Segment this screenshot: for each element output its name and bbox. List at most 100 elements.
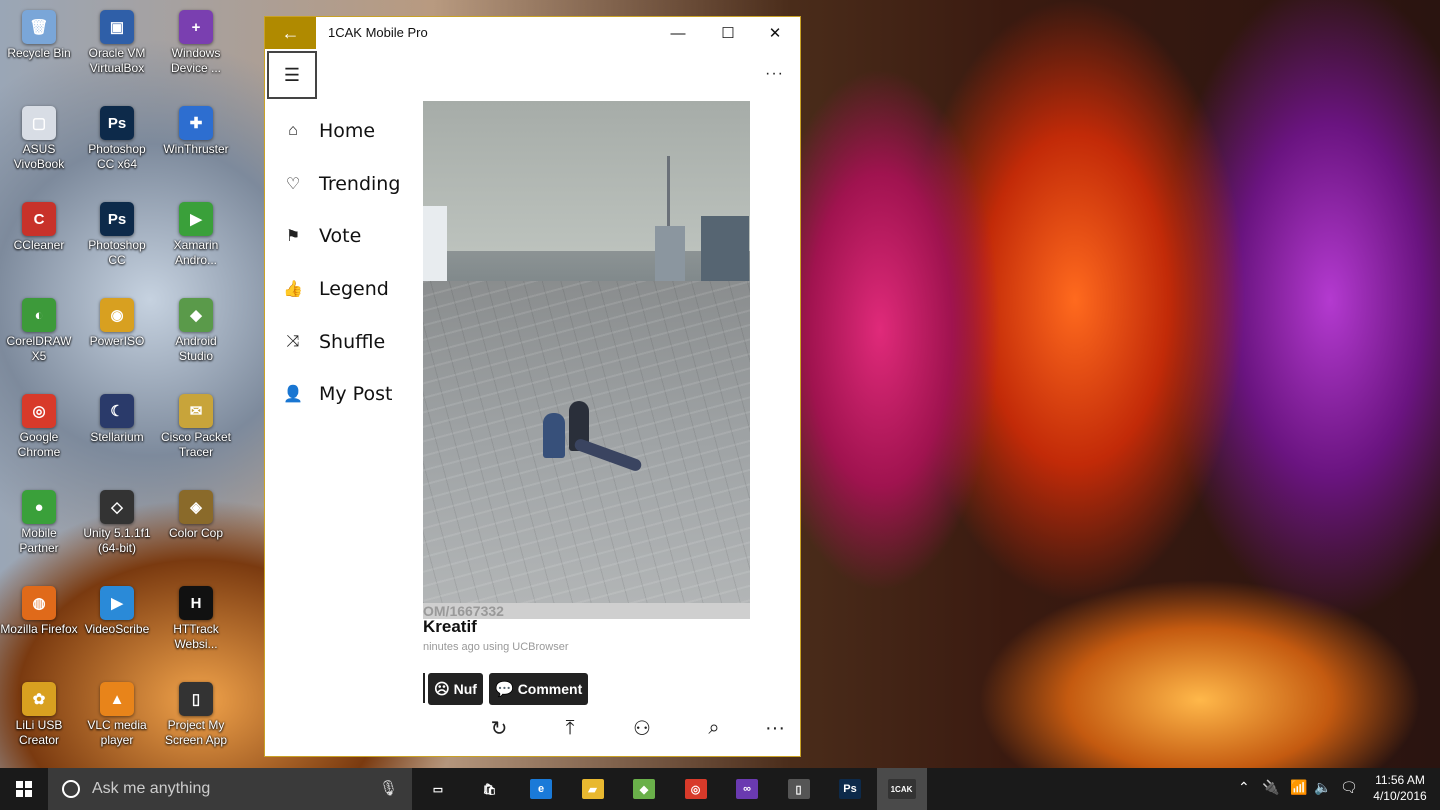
power-icon[interactable]: 🔌 bbox=[1262, 779, 1279, 796]
desktop-icon-label: VideoScribe bbox=[84, 622, 150, 636]
app-icon: H bbox=[179, 586, 213, 620]
desktop-icon[interactable]: ✉ Cisco Packet Tracer bbox=[157, 390, 235, 480]
app-icon: C bbox=[22, 202, 56, 236]
desktop-icon[interactable]: ◎ Google Chrome bbox=[0, 390, 78, 480]
start-button[interactable] bbox=[0, 768, 48, 810]
refresh-button[interactable]: ↻ bbox=[481, 710, 517, 746]
close-button[interactable]: ✕ bbox=[752, 17, 798, 49]
task-view-icon: ▭ bbox=[432, 783, 444, 796]
cortana-icon bbox=[62, 780, 80, 798]
desktop-icon-label: PowerISO bbox=[89, 334, 145, 348]
desktop-icon[interactable]: ☾ Stellarium bbox=[78, 390, 156, 480]
desktop-icon[interactable]: Ps Photoshop CC x64 bbox=[78, 102, 156, 192]
taskbar-app-1cak[interactable]: 1CAK bbox=[876, 768, 927, 810]
maximize-icon: ☐ bbox=[721, 25, 735, 42]
desktop-icon[interactable]: ▶ VideoScribe bbox=[78, 582, 156, 672]
nav-item-trending[interactable]: ♡ Trending bbox=[265, 158, 415, 211]
desktop-icon-label: Mobile Partner bbox=[19, 526, 59, 555]
nav-label: Trending bbox=[319, 172, 401, 195]
desktop-icon[interactable]: ◇ Unity 5.1.1f1 (64-bit) bbox=[78, 486, 156, 576]
microphone-icon[interactable]: 🎙 bbox=[379, 779, 398, 797]
maximize-button[interactable]: ☐ bbox=[705, 17, 751, 49]
thumbs-up-icon: 👍 bbox=[283, 281, 303, 299]
wifi-icon[interactable]: 📶 bbox=[1290, 779, 1307, 796]
search-placeholder: Ask me anything bbox=[92, 780, 211, 797]
chrome-icon: ◎ bbox=[684, 779, 707, 799]
maps-icon: ◆ bbox=[633, 779, 655, 799]
taskbar-app-maps[interactable]: ◆ bbox=[619, 768, 669, 810]
post-image[interactable] bbox=[423, 101, 750, 603]
desktop-icon[interactable]: ◍ Mozilla Firefox bbox=[0, 582, 78, 672]
desktop-icon-label: Recycle Bin bbox=[7, 46, 71, 60]
app-icon: ▣ bbox=[100, 10, 134, 44]
desktop-icon[interactable]: ◐ CorelDRAW X5 bbox=[0, 294, 78, 384]
desktop-icon[interactable]: ▣ Oracle VM VirtualBox bbox=[78, 6, 156, 96]
desktop-icon[interactable]: H HTTrack Websi... bbox=[157, 582, 235, 672]
volume-icon[interactable]: 🔈 bbox=[1314, 779, 1331, 796]
cortana-search-box[interactable]: Ask me anything 🎙 bbox=[48, 768, 412, 810]
notifications-icon[interactable]: 🗨 bbox=[1340, 779, 1358, 796]
nav-label: Shuffle bbox=[319, 330, 386, 353]
action-divider bbox=[423, 673, 425, 703]
bottom-more-button[interactable]: ··· bbox=[757, 710, 793, 746]
app-icon: ▶ bbox=[100, 586, 134, 620]
user-icon: 👤 bbox=[283, 386, 303, 404]
app-icon: ✿ bbox=[22, 682, 56, 716]
app-icon: ▢ bbox=[22, 106, 56, 140]
back-button[interactable]: ← bbox=[265, 17, 316, 49]
desktop-icon[interactable]: ◈ Color Cop bbox=[157, 486, 235, 576]
desktop-icon-label: Photoshop CC bbox=[88, 238, 146, 267]
taskbar-app-store[interactable]: 🛍 bbox=[465, 768, 515, 810]
clock[interactable]: 11:56 AM 4/10/2016 bbox=[1368, 772, 1432, 804]
desktop-icon[interactable]: ◆ Android Studio bbox=[157, 294, 235, 384]
app-icon: ◆ bbox=[179, 298, 213, 332]
hamburger-menu-button[interactable]: ☰ bbox=[267, 51, 317, 99]
file-explorer-icon: ▰ bbox=[581, 779, 604, 799]
store-icon: 🛍 bbox=[482, 783, 497, 796]
taskbar-app-edge[interactable]: e bbox=[516, 768, 566, 810]
users-button[interactable]: ⚇ bbox=[624, 710, 660, 746]
desktop-icon[interactable]: + Windows Device ... bbox=[157, 6, 235, 96]
flag-icon: ⚑ bbox=[285, 228, 301, 246]
taskbar-app-phone[interactable]: ▯ bbox=[774, 768, 824, 810]
desktop-icon[interactable]: ▢ ASUS VivoBook bbox=[0, 102, 78, 192]
taskbar-app-task-view[interactable]: ▭ bbox=[413, 768, 463, 810]
desktop-icon[interactable]: ● Mobile Partner bbox=[0, 486, 78, 576]
home-icon: ⌂ bbox=[288, 122, 298, 140]
taskbar-app-visual-studio[interactable]: ∞ bbox=[722, 768, 772, 810]
1cak-icon: 1CAK bbox=[887, 779, 916, 799]
nav-item-shuffle[interactable]: ⤨ Shuffle bbox=[265, 315, 415, 368]
taskbar-app-file-explorer[interactable]: ▰ bbox=[568, 768, 618, 810]
desktop-icon[interactable]: ▯ Project My Screen App bbox=[157, 678, 235, 768]
desktop-icon[interactable]: 🗑 Recycle Bin bbox=[0, 6, 78, 96]
title-bar[interactable]: ← 1CAK Mobile Pro — ☐ ✕ bbox=[265, 17, 800, 49]
nav-item-my-post[interactable]: 👤 My Post bbox=[265, 368, 415, 421]
desktop-icon[interactable]: ✿ LiLi USB Creator bbox=[0, 678, 78, 768]
app-icon: ◍ bbox=[22, 586, 56, 620]
more-options-button[interactable]: ··· bbox=[765, 65, 784, 83]
desktop-icon[interactable]: Ps Photoshop CC bbox=[78, 198, 156, 288]
scroll-top-button[interactable]: ⤒ bbox=[552, 710, 588, 746]
taskbar-app-chrome[interactable]: ◎ bbox=[671, 768, 721, 810]
nav-item-vote[interactable]: ⚑ Vote bbox=[265, 210, 415, 263]
nav-item-home[interactable]: ⌂ Home bbox=[265, 105, 415, 158]
desktop-icon[interactable]: ▲ VLC media player bbox=[78, 678, 156, 768]
sad-face-icon: ☹ bbox=[434, 681, 450, 698]
desktop-icon-label: Windows Device ... bbox=[170, 46, 221, 75]
chevron-up-icon[interactable]: ⌃ bbox=[1238, 779, 1250, 796]
desktop-icon[interactable]: ▶ Xamarin Andro... bbox=[157, 198, 235, 288]
taskbar-app-photoshop[interactable]: Ps bbox=[825, 768, 875, 810]
desktop-icon-label: Photoshop CC x64 bbox=[88, 142, 146, 171]
arrow-up-icon: ⤒ bbox=[565, 716, 575, 739]
image-building bbox=[701, 216, 749, 286]
nav-item-legend[interactable]: 👍 Legend bbox=[265, 263, 415, 316]
app-icon: ● bbox=[22, 490, 56, 524]
nav-list: ⌂ Home ♡ Trending ⚑ Vote 👍 Legend ⤨ Shuf… bbox=[265, 105, 415, 421]
desktop-icon-label: Mozilla Firefox bbox=[0, 622, 78, 636]
desktop-icon[interactable]: ✚ WinThruster bbox=[157, 102, 235, 192]
minimize-button[interactable]: — bbox=[655, 17, 701, 49]
desktop-icon[interactable]: C CCleaner bbox=[0, 198, 78, 288]
desktop-icon[interactable]: ◉ PowerISO bbox=[78, 294, 156, 384]
search-button[interactable]: ⌕ bbox=[696, 710, 732, 746]
desktop-icons: 🗑 Recycle Bin ▣ Oracle VM VirtualBox + Window… bbox=[0, 0, 264, 768]
